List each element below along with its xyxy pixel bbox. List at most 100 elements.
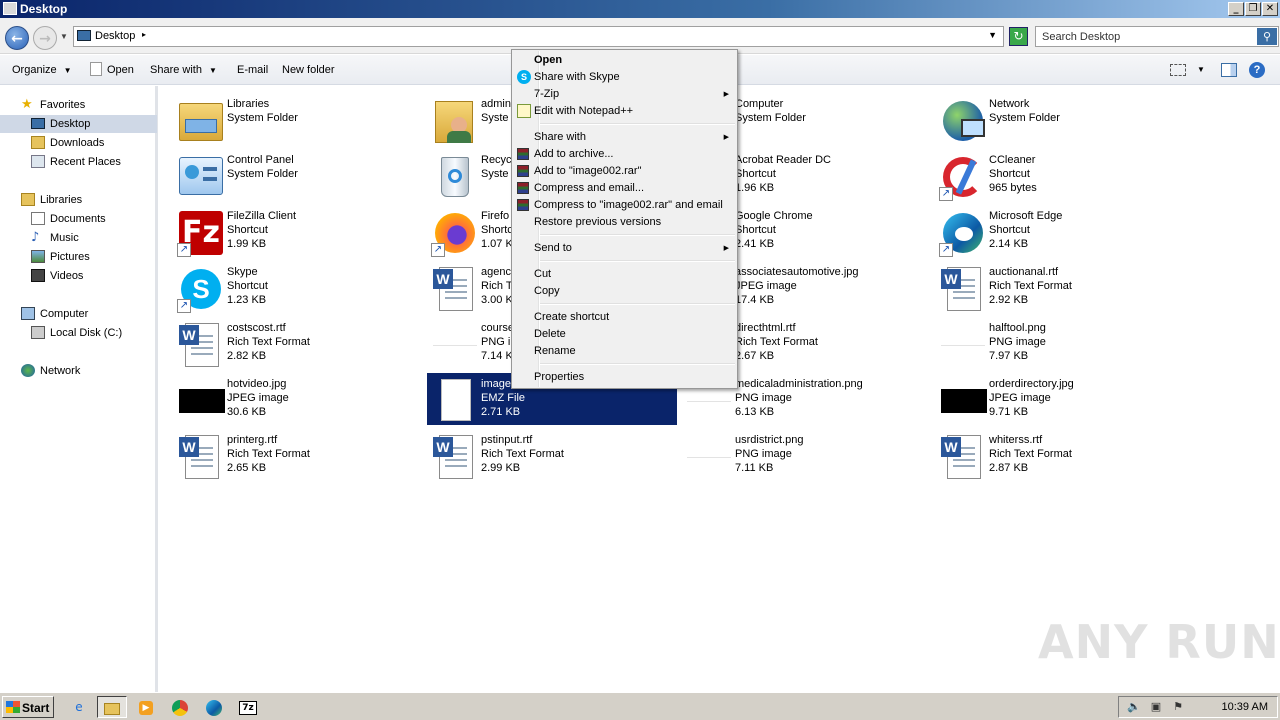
nav-videos[interactable]: Videos [0, 267, 157, 285]
menu-open[interactable]: Open [514, 52, 735, 69]
file-tile[interactable]: Libraries System Folder [173, 93, 423, 145]
menu-restore-versions[interactable]: Restore previous versions [514, 214, 735, 231]
winrar-icon [517, 148, 529, 160]
file-tile[interactable]: halftool.png PNG image 7.97 KB [935, 317, 1185, 369]
volume-icon[interactable]: 🔈 [1127, 700, 1141, 714]
nav-pictures[interactable]: Pictures [0, 248, 157, 266]
nav-favorites[interactable]: ★ Favorites [0, 96, 157, 114]
file-type: EMZ File [481, 392, 525, 404]
new-folder-button[interactable]: New folder [282, 64, 335, 76]
nav-videos-label: Videos [50, 270, 84, 282]
nav-pictures-label: Pictures [50, 251, 90, 263]
menu-create-shortcut[interactable]: Create shortcut [514, 309, 735, 326]
help-icon[interactable]: ? [1249, 62, 1265, 78]
back-button[interactable]: ← [5, 26, 29, 50]
file-name: Acrobat Reader DC [735, 154, 831, 166]
file-size: 2.99 KB [481, 462, 521, 474]
shortcut-arrow-icon: ↗ [177, 299, 191, 313]
menu-send-to[interactable]: Send to ▶ [514, 240, 735, 257]
file-tile[interactable]: Control Panel System Folder [173, 149, 423, 201]
seven-zip-icon[interactable]: 7z [233, 696, 263, 718]
explorer-taskbar-icon[interactable] [97, 696, 127, 718]
file-type: PNG image [735, 448, 792, 460]
explorer-window-icon [3, 2, 17, 15]
file-name: Recyc [481, 154, 512, 166]
nav-recent-places[interactable]: Recent Places [0, 153, 157, 171]
recent-pages-dropdown[interactable]: ▼ [60, 32, 68, 41]
close-button[interactable]: ✕ [1262, 2, 1278, 16]
file-size: 17.4 KB [735, 294, 775, 306]
open-button[interactable]: Open [107, 64, 134, 76]
preview-pane-icon[interactable] [1221, 63, 1237, 77]
file-tile[interactable]: Fz ↗ FileZilla Client Shortcut 1.99 KB [173, 205, 423, 257]
menu-rename[interactable]: Rename [514, 343, 735, 360]
file-tile[interactable]: orderdirectory.jpg JPEG image 9.71 KB [935, 373, 1185, 425]
start-button[interactable]: Start [2, 696, 54, 718]
file-type: Shortcut [227, 224, 268, 236]
menu-share-with[interactable]: Share with ▶ [514, 129, 735, 146]
breadcrumb-chevron-icon[interactable]: ▸ [142, 30, 146, 39]
nav-music[interactable]: ♪ Music [0, 229, 157, 247]
search-icon[interactable]: ⚲ [1257, 28, 1277, 45]
file-tile[interactable]: usrdistrict.png PNG image 7.11 KB [681, 429, 931, 481]
menu-delete[interactable]: Delete [514, 326, 735, 343]
internet-explorer-icon[interactable]: e [64, 696, 94, 718]
menu-add-archive[interactable]: Add to archive... [514, 146, 735, 163]
nav-local-disk[interactable]: Local Disk (C:) [0, 324, 157, 342]
restore-button[interactable]: ❐ [1245, 2, 1261, 16]
file-type: Rich Text Format [989, 448, 1072, 460]
menu-compress-rar-email[interactable]: Compress to "image002.rar" and email [514, 197, 735, 214]
file-tile[interactable]: Wprinterg.rtf Rich Text Format 2.65 KB [173, 429, 423, 481]
nav-network[interactable]: Network [0, 362, 157, 380]
file-size: 2.71 KB [481, 406, 521, 418]
file-name: pstinput.rtf [481, 434, 533, 446]
change-view-icon[interactable] [1170, 64, 1186, 76]
edge-icon[interactable] [199, 696, 229, 718]
nav-documents[interactable]: Documents [0, 210, 157, 228]
address-dropdown-icon[interactable]: ▼ [988, 30, 997, 40]
file-tile[interactable]: Wcostscost.rtf Rich Text Format 2.82 KB [173, 317, 423, 369]
file-name: directhtml.rtf [735, 322, 796, 334]
file-tile[interactable]: Network System Folder [935, 93, 1185, 145]
email-button[interactable]: E-mail [237, 64, 268, 76]
file-tile[interactable]: Wpstinput.rtf Rich Text Format 2.99 KB [427, 429, 677, 481]
menu-share-skype[interactable]: S Share with Skype [514, 69, 735, 86]
menu-properties[interactable]: Properties [514, 369, 735, 386]
nav-downloads[interactable]: Downloads [0, 134, 157, 152]
file-name: costscost.rtf [227, 322, 286, 334]
nav-computer[interactable]: Computer [0, 305, 157, 323]
menu-cut[interactable]: Cut [514, 266, 735, 283]
rtf-icon: W [939, 433, 987, 481]
chrome-icon[interactable] [165, 696, 195, 718]
address-field[interactable]: Desktop ▸ ▼ [73, 26, 1004, 47]
clock[interactable]: 10:39 AM [1222, 701, 1268, 713]
menu-copy[interactable]: Copy [514, 283, 735, 300]
nav-desktop[interactable]: Desktop [0, 115, 157, 133]
file-tile[interactable]: Wauctionanal.rtf Rich Text Format 2.92 KB [935, 261, 1185, 313]
file-tile[interactable]: ↗ CCleaner Shortcut 965 bytes [935, 149, 1185, 201]
organize-button[interactable]: Organize ▼ [12, 64, 72, 76]
forward-button[interactable]: → [33, 26, 57, 50]
view-options-dropdown-icon[interactable]: ▼ [1197, 65, 1205, 74]
file-tile[interactable]: S ↗ Skype Shortcut 1.23 KB [173, 261, 423, 313]
file-tile[interactable]: ↗ Microsoft Edge Shortcut 2.14 KB [935, 205, 1185, 257]
action-center-flag-icon[interactable]: ⚑ [1171, 700, 1185, 714]
file-tile[interactable]: Wwhiterss.rtf Rich Text Format 2.87 KB [935, 429, 1185, 481]
menu-7zip[interactable]: 7-Zip ▶ [514, 86, 735, 103]
share-with-button[interactable]: Share with ▼ [150, 64, 217, 76]
refresh-button[interactable]: ↻ [1009, 27, 1028, 46]
nav-libraries[interactable]: Libraries [0, 191, 157, 209]
search-input[interactable]: Search Desktop ⚲ [1035, 26, 1279, 47]
blank-image-icon [431, 321, 479, 369]
menu-add-rar[interactable]: Add to "image002.rar" [514, 163, 735, 180]
minimize-button[interactable]: _ [1228, 2, 1244, 16]
menu-compress-email[interactable]: Compress and email... [514, 180, 735, 197]
network-tray-icon[interactable]: ▣ [1149, 700, 1163, 714]
blank-image-icon [939, 321, 987, 369]
menu-copy-label: Copy [534, 285, 560, 297]
media-player-icon[interactable]: ▶ [131, 696, 161, 718]
file-tile[interactable]: hotvideo.jpg JPEG image 30.6 KB [173, 373, 423, 425]
menu-notepad[interactable]: Edit with Notepad++ [514, 103, 735, 120]
recent-places-icon [31, 155, 45, 168]
file-size: 9.71 KB [989, 406, 1029, 418]
